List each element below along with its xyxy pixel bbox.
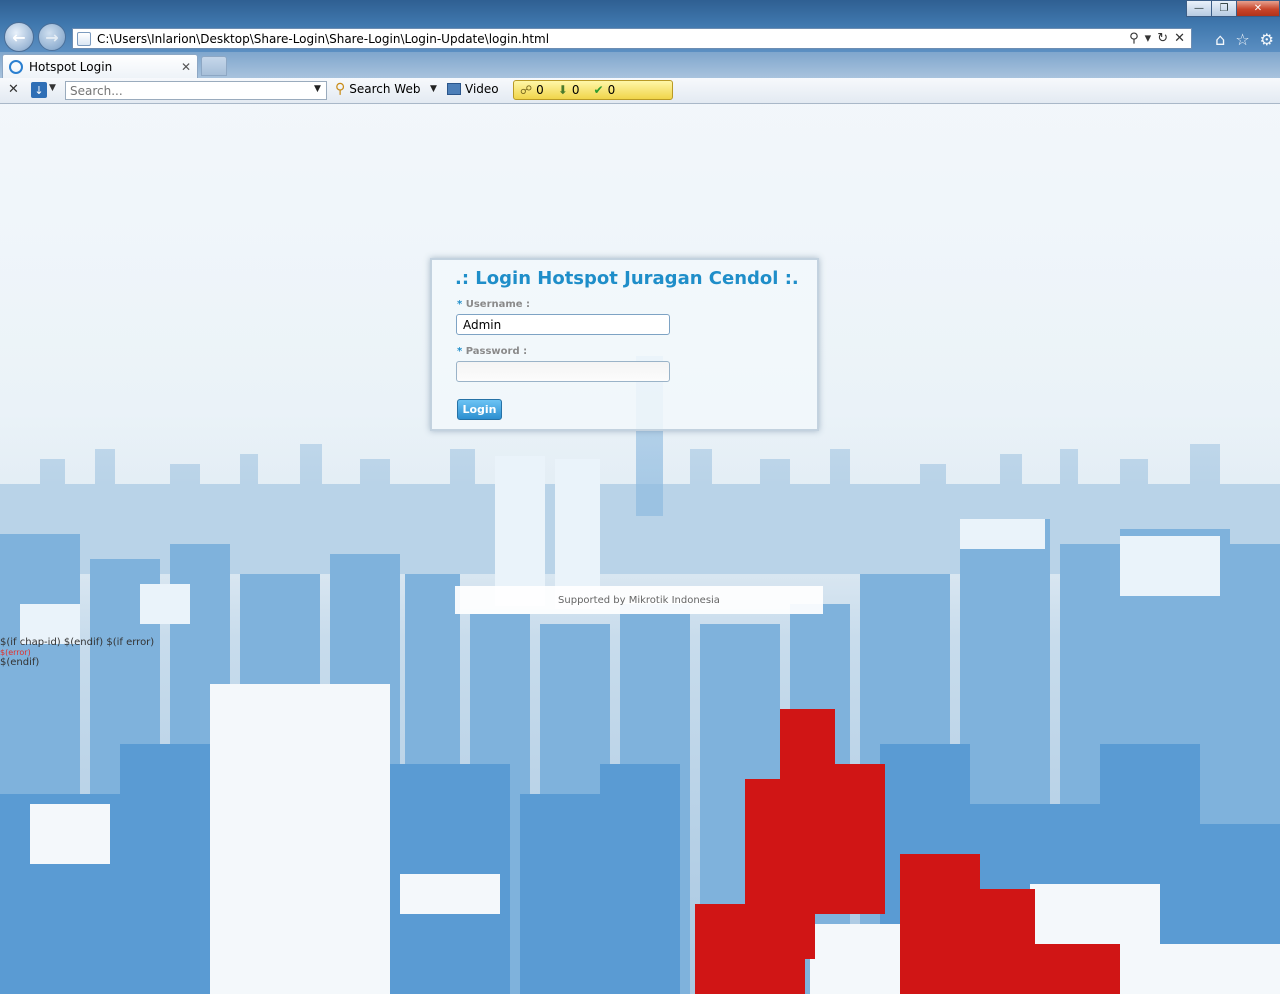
- search-icon[interactable]: ⚲: [1129, 31, 1139, 46]
- template-line-3: $(endif): [0, 657, 40, 668]
- login-button[interactable]: Login: [457, 399, 502, 420]
- chevron-down-icon[interactable]: ▼: [49, 83, 56, 93]
- address-bar[interactable]: C:\Users\Inlarion\Desktop\Share-Login\Sh…: [72, 28, 1192, 49]
- tab-row: Hotspot Login ✕: [0, 52, 1280, 78]
- video-icon: [447, 83, 461, 95]
- restore-button[interactable]: ❐: [1211, 0, 1237, 17]
- tab-hotspot-login[interactable]: Hotspot Login ✕: [2, 54, 198, 78]
- search-web-label: Search Web: [349, 82, 421, 96]
- toolbar-search-input[interactable]: [65, 81, 327, 100]
- new-tab-button[interactable]: [201, 56, 227, 76]
- password-label: * Password :: [457, 346, 527, 357]
- page-viewport: .: Login Hotspot Juragan Cendol :. * Use…: [0, 104, 1280, 994]
- password-input[interactable]: [456, 361, 670, 382]
- template-line-1: $(if chap-id) $(endif) $(if error): [0, 637, 155, 648]
- completed-counter[interactable]: ✔ 0: [594, 83, 616, 97]
- toolbar-close-icon[interactable]: ✕: [8, 82, 19, 97]
- links-icon: ☍: [520, 83, 533, 97]
- tab-close-icon[interactable]: ✕: [181, 60, 191, 74]
- search-web-button[interactable]: ⚲ Search Web: [335, 82, 420, 96]
- video-label: Video: [465, 82, 499, 96]
- city-background-image: [0, 104, 1280, 994]
- browser-titlebar: ← → C:\Users\Inlarion\Desktop\Share-Logi…: [0, 0, 1280, 52]
- links-counter[interactable]: ☍ 0: [520, 83, 544, 97]
- back-button[interactable]: ←: [4, 22, 34, 52]
- arrow-left-icon: ←: [12, 27, 26, 47]
- downloads-count: 0: [571, 83, 580, 97]
- download-arrow-icon: ⬇: [557, 83, 568, 97]
- footer-panel: Supported by Mikrotik Indonesia: [455, 586, 823, 614]
- restore-icon: ❐: [1219, 3, 1229, 14]
- login-panel: .: Login Hotspot Juragan Cendol :. * Use…: [430, 258, 819, 431]
- video-button[interactable]: Video: [447, 82, 499, 96]
- template-error-line: $(error): [0, 648, 31, 657]
- required-mark: *: [457, 346, 463, 357]
- tab-title: Hotspot Login: [29, 59, 113, 74]
- required-mark: *: [457, 299, 463, 310]
- search-web-dropdown-icon[interactable]: ▼: [430, 84, 437, 94]
- login-title: .: Login Hotspot Juragan Cendol :.: [455, 268, 799, 289]
- checkmark-icon: ✔: [593, 83, 604, 97]
- username-input[interactable]: [456, 314, 670, 335]
- forward-button[interactable]: →: [38, 23, 66, 51]
- download-icon[interactable]: ↓: [31, 82, 47, 98]
- ie-icon: [9, 59, 23, 74]
- favorites-star-icon[interactable]: ☆: [1235, 30, 1249, 49]
- magnifier-icon: ⚲: [335, 81, 346, 97]
- username-label: * Username :: [457, 299, 530, 310]
- password-label-text: Password :: [465, 346, 528, 357]
- gear-icon[interactable]: ⚙: [1260, 30, 1274, 49]
- minimize-button[interactable]: —: [1186, 0, 1212, 17]
- address-text[interactable]: C:\Users\Inlarion\Desktop\Share-Login\Sh…: [97, 32, 1129, 46]
- chevron-down-icon[interactable]: ▾: [1145, 31, 1152, 46]
- username-label-text: Username :: [465, 299, 531, 310]
- footer-text: Supported by Mikrotik Indonesia: [558, 594, 720, 606]
- search-dropdown-icon[interactable]: ▼: [314, 84, 321, 94]
- addon-toolbar: ✕ ↓ ▼ ▼ ⚲ Search Web ▼ Video ☍0 ⬇0 ✔0: [0, 78, 1280, 104]
- page-icon: [77, 31, 91, 46]
- downloads-counter[interactable]: ⬇ 0: [558, 83, 580, 97]
- links-count: 0: [536, 83, 544, 97]
- refresh-icon[interactable]: ↻: [1157, 31, 1168, 46]
- window-controls: — ❐ ✕: [1186, 0, 1280, 17]
- counter-box: ☍ 0 ⬇ 0 ✔ 0: [513, 80, 673, 100]
- arrow-right-icon: →: [45, 27, 59, 47]
- close-icon: ✕: [1253, 3, 1263, 14]
- completed-count: 0: [607, 83, 616, 97]
- stop-icon[interactable]: ✕: [1174, 31, 1185, 46]
- minimize-icon: —: [1194, 3, 1204, 14]
- template-placeholder-text: $(if chap-id) $(endif) $(if error) $(err…: [0, 637, 154, 669]
- home-icon[interactable]: ⌂: [1215, 30, 1225, 49]
- close-window-button[interactable]: ✕: [1236, 0, 1280, 17]
- browser-command-icons: ⌂ ☆ ⚙: [1215, 30, 1274, 49]
